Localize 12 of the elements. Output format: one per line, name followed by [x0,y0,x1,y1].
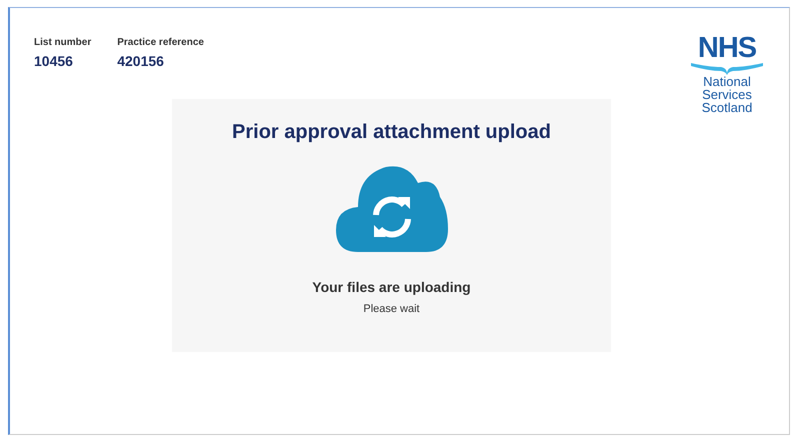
wave-icon [691,61,763,75]
hint-text: Please wait [363,303,420,315]
logo-text: National [703,75,751,88]
field-value: 10456 [34,53,74,69]
field-label: List number [34,37,92,48]
logo-text: Services [702,88,752,101]
field-value: 420156 [117,53,165,69]
logo-mark: NHS [698,33,756,63]
field-label: Practice reference [117,37,204,48]
logo-text: Scotland [702,101,752,114]
status-text: Your files are uploading [312,279,471,295]
card-title: Prior approval attachment upload [232,121,551,144]
